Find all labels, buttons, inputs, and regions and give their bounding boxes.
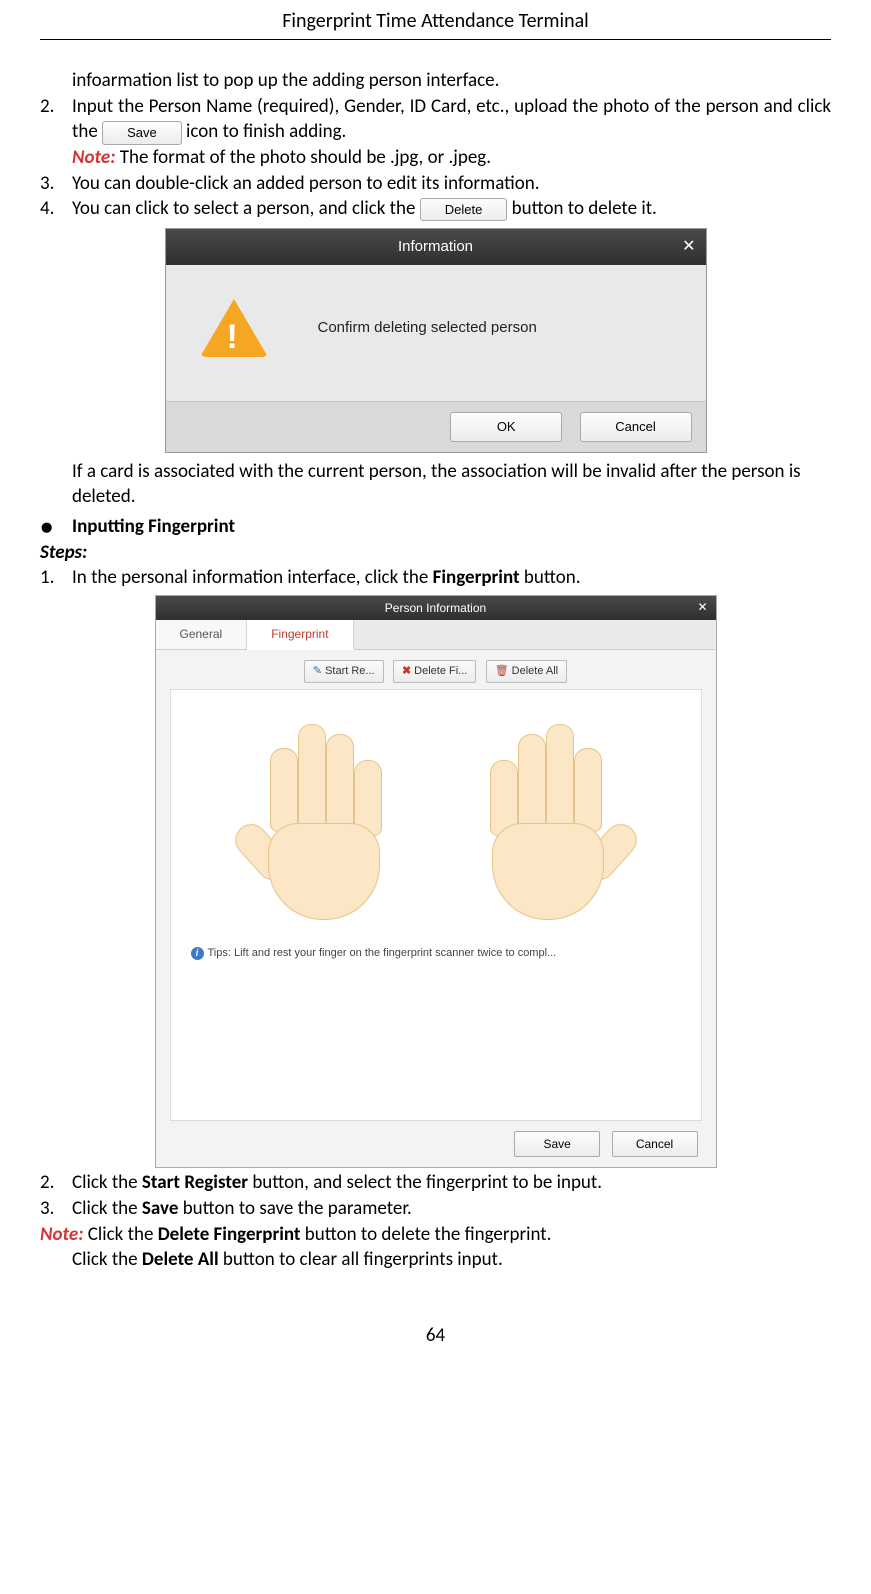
tab-fingerprint[interactable]: Fingerprint — [247, 620, 353, 650]
fp-list-number-3: 3. — [40, 1196, 72, 1222]
intro-fragment: infoarmation list to pop up the adding p… — [72, 68, 831, 94]
list-number-2: 2. — [40, 94, 72, 171]
note2-l2-bold: Delete All — [142, 1248, 219, 1271]
note2-l1-bold: Delete Fingerprint — [158, 1223, 301, 1246]
list-body-4: You can click to select a person, and cl… — [72, 196, 831, 222]
info-icon: i — [191, 947, 204, 960]
list-number-3: 3. — [40, 171, 72, 197]
tabs-bar: General Fingerprint — [156, 620, 716, 650]
fp1-bold: Fingerprint — [433, 566, 520, 589]
close-icon[interactable]: ✕ — [682, 236, 695, 258]
note-text-1: The format of the photo should be .jpg, … — [115, 146, 491, 169]
save-button[interactable]: Save — [514, 1131, 600, 1157]
delete-all-label: Delete All — [512, 665, 558, 677]
note2-l2-pre: Click the — [72, 1248, 142, 1271]
tips-text: Tips: Lift and rest your finger on the f… — [208, 947, 557, 959]
page-number: 64 — [40, 1323, 831, 1349]
list-body-3: You can double-click an added person to … — [72, 171, 831, 197]
fp-list-body-1: In the personal information interface, c… — [72, 565, 831, 591]
item4-pre: You can click to select a person, and cl… — [72, 197, 420, 220]
fp2-post: button, and select the fingerprint to be… — [248, 1171, 602, 1194]
fp1-pre: In the personal information interface, c… — [72, 566, 433, 589]
person-information-dialog: Person Information ✕ General Fingerprint… — [155, 595, 717, 1168]
tab-general[interactable]: General — [156, 620, 248, 649]
fp-list-number-1: 1. — [40, 565, 72, 591]
fp2-pre: Click the — [72, 1171, 142, 1194]
fp3-pre: Click the — [72, 1197, 142, 1220]
ok-button[interactable]: OK — [450, 412, 562, 442]
close-icon[interactable]: ✕ — [697, 599, 707, 615]
dialog1-title-text: Information — [398, 238, 473, 255]
note2-l1-pre: Click the — [83, 1223, 157, 1246]
delete-fingerprint-button[interactable]: ✖Delete Fi... — [393, 660, 476, 683]
dialog1-titlebar: Information ✕ — [166, 229, 706, 265]
dialog2-button-bar: Save Cancel — [156, 1121, 716, 1167]
start-register-button[interactable]: ✎Start Re... — [304, 660, 384, 683]
fp-list-number-2: 2. — [40, 1170, 72, 1196]
fingerprint-toolbar: ✎Start Re... ✖Delete Fi... 🗑Delete All — [156, 650, 716, 689]
tips-row: i Tips: Lift and rest your finger on the … — [171, 930, 701, 961]
cancel-button-2[interactable]: Cancel — [612, 1131, 698, 1157]
item4-post: button to delete it. — [507, 197, 657, 220]
section-title: Inputting Fingerprint — [72, 514, 235, 540]
trash-icon: 🗑 — [495, 665, 509, 677]
right-hand-icon[interactable] — [466, 720, 636, 920]
after-dialog1-text: If a card is associated with the current… — [72, 459, 831, 510]
cancel-button[interactable]: Cancel — [580, 412, 692, 442]
bullet-icon: ● — [40, 516, 72, 538]
x-icon: ✖ — [402, 665, 411, 677]
pencil-icon: ✎ — [313, 665, 322, 677]
delete-inline-button[interactable]: Delete — [420, 198, 508, 222]
note-label-2: Note: — [40, 1223, 83, 1246]
delete-fi-label: Delete Fi... — [414, 665, 467, 677]
start-register-label: Start Re... — [325, 665, 375, 677]
left-hand-icon[interactable] — [236, 720, 406, 920]
save-inline-button[interactable]: Save — [102, 121, 182, 145]
dialog1-button-bar: OK Cancel — [166, 401, 706, 452]
confirm-delete-dialog: Information ✕ Confirm deleting selected … — [165, 228, 707, 453]
note2-l1-post: button to delete the fingerprint. — [301, 1223, 552, 1246]
note-label-1: Note: — [72, 146, 115, 169]
dialog2-titlebar: Person Information ✕ — [156, 596, 716, 620]
fp2-bold: Start Register — [142, 1171, 248, 1194]
note2-block: Note: Click the Delete Fingerprint butto… — [40, 1222, 831, 1248]
item2-post: icon to finish adding. — [182, 120, 347, 143]
steps-label: Steps: — [40, 540, 831, 566]
dialog2-title-text: Person Information — [385, 601, 486, 615]
hands-area: i Tips: Lift and rest your finger on the … — [170, 689, 702, 1121]
fp-list-body-2: Click the Start Register button, and sel… — [72, 1170, 831, 1196]
dialog1-message: Confirm deleting selected person — [318, 318, 537, 338]
fp3-post: button to save the parameter. — [178, 1197, 411, 1220]
list-body-2: Input the Person Name (required), Gender… — [72, 94, 831, 171]
fp-list-body-3: Click the Save button to save the parame… — [72, 1196, 831, 1222]
list-number-4: 4. — [40, 196, 72, 222]
page-header: Fingerprint Time Attendance Terminal — [40, 8, 831, 40]
fp1-post: button. — [520, 566, 581, 589]
note2-line2: Click the Delete All button to clear all… — [72, 1247, 831, 1273]
note2-l2-post: button to clear all fingerprints input. — [219, 1248, 503, 1271]
warning-icon — [200, 299, 268, 357]
fp3-bold: Save — [142, 1197, 178, 1220]
delete-all-button[interactable]: 🗑Delete All — [486, 660, 567, 683]
